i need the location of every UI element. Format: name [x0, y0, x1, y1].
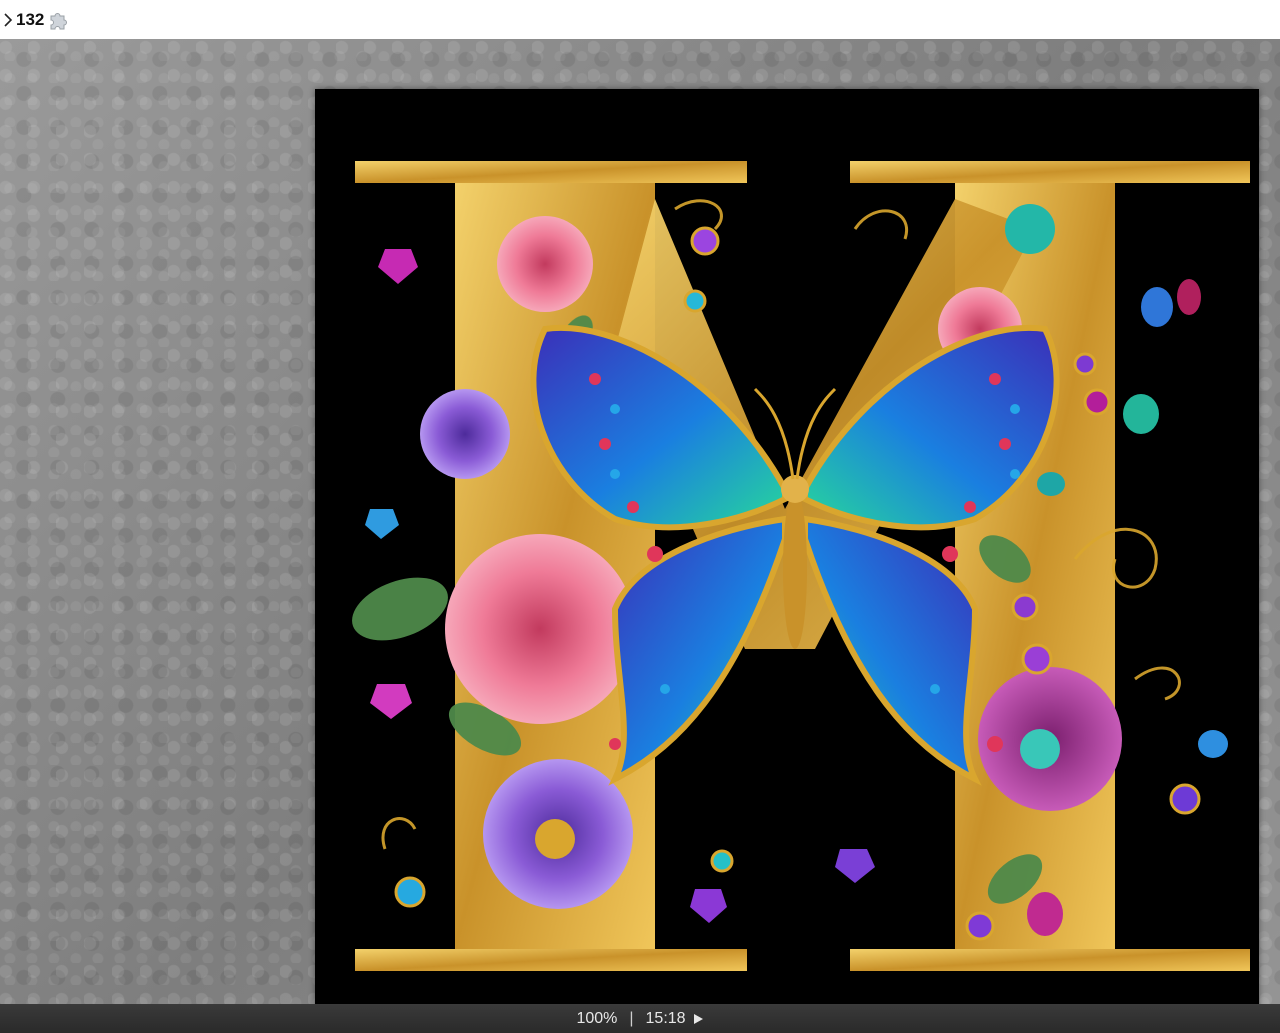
chevron-right-icon[interactable]: [2, 10, 14, 30]
puzzle-artwork: [352, 161, 1250, 971]
top-bar: 132: [0, 0, 1280, 39]
zoom-level[interactable]: 100%: [576, 1010, 617, 1028]
puzzle-board[interactable]: [0, 39, 1280, 1032]
play-icon[interactable]: [692, 1013, 704, 1025]
timer: 15:18: [645, 1009, 686, 1027]
status-separator: |: [629, 1009, 634, 1027]
piece-count: 132: [16, 9, 45, 29]
status-bar: 100% | 15:18: [0, 1004, 1280, 1033]
puzzle-piece-icon[interactable]: [48, 8, 72, 32]
puzzle-image[interactable]: [315, 89, 1259, 1032]
